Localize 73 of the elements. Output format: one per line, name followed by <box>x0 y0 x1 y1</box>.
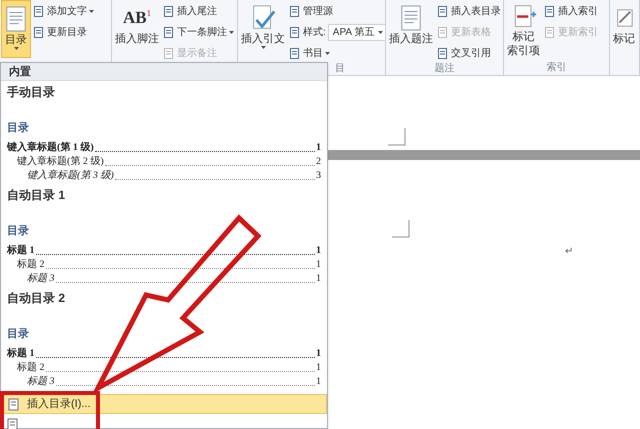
ribbon-small-button[interactable]: 下一条脚注 <box>163 24 234 40</box>
page-number: 1 <box>316 258 321 270</box>
page-number: 1 <box>316 272 321 284</box>
toc-gallery-item[interactable]: 自动目录 2 目录 标题 1 1 标题 2 1 标题 3 1 <box>1 287 327 390</box>
menu-item[interactable]: 插入目录(I)... <box>1 394 327 414</box>
page-icon <box>289 26 301 38</box>
page-number: 1 <box>316 142 321 154</box>
document-icon <box>399 4 423 32</box>
caret-icon <box>229 30 234 34</box>
caret-icon <box>260 46 266 49</box>
toc-entry-text: 标题 3 <box>27 376 54 388</box>
gallery-title: 自动目录 2 <box>7 290 66 306</box>
toc-entry-text: 键入章标题(第 2 级) <box>17 156 104 168</box>
page-number: 1 <box>316 348 321 360</box>
style-dropdown[interactable]: APA 第五 <box>328 24 385 40</box>
page-icon <box>163 26 175 38</box>
page-number: 2 <box>316 156 321 168</box>
toc-entry-text: 标题 1 <box>7 244 34 256</box>
page-number: 1 <box>316 376 321 388</box>
toc-gallery-item[interactable]: 手动目录 目录 键入章标题(第 1 级) 1 键入章标题(第 2 级) 2 键入章标题(第 3 级) 3 <box>1 81 327 184</box>
ribbon-small-button[interactable]: 插入表目录 <box>437 4 501 18</box>
group-label: 索引 <box>546 62 566 74</box>
ribbon-small-button[interactable]: 插入尾注 <box>163 4 217 18</box>
toc-entry-text: 标题 3 <box>27 272 54 284</box>
ribbon-small-button[interactable]: 更新目录 <box>33 24 87 40</box>
ribbon-large-button[interactable]: 插入题注 <box>387 0 435 58</box>
menu-section-header: 内置 <box>1 63 327 81</box>
caret-icon <box>325 52 330 54</box>
page-icon <box>33 26 45 38</box>
page-icon <box>289 4 301 18</box>
ribbon-large-button[interactable]: 标记 <box>611 0 637 58</box>
caret-icon <box>378 30 384 34</box>
ribbon-large-button[interactable]: 目录 <box>1 0 31 58</box>
caret-icon <box>89 10 94 12</box>
toc-entry-text: 标题 2 <box>17 258 44 270</box>
toc-entry-text: 键入章标题(第 1 级) <box>7 142 94 154</box>
document-icon <box>4 5 28 33</box>
toc-entry-text: 键入章标题(第 3 级) <box>27 170 114 182</box>
ribbon-large-button[interactable]: 插入引文 <box>239 0 287 58</box>
page-icon <box>544 4 556 18</box>
gallery-title: 手动目录 <box>7 84 55 100</box>
ribbon-large-button[interactable]: 标记 索引项 <box>505 0 542 58</box>
page-corner-mark-icon <box>388 128 406 146</box>
page-number: 1 <box>316 362 321 374</box>
toc-entry-text: 标题 1 <box>7 348 34 360</box>
toc-gallery-item[interactable]: 自动目录 1 目录 标题 1 1 标题 2 1 标题 3 1 <box>1 184 327 287</box>
group-label: 目 <box>335 62 345 74</box>
toc-entry-text: 标题 2 <box>17 362 44 374</box>
toc-heading: 目录 <box>7 224 29 239</box>
ribbon-small-button[interactable]: 管理源 <box>289 4 333 18</box>
page-corner-mark-icon <box>392 220 410 238</box>
toc-heading: 目录 <box>7 327 29 342</box>
group-label: 题注 <box>434 62 454 74</box>
page-number: 1 <box>316 244 321 256</box>
page-icon <box>437 4 449 18</box>
ribbon-small-button[interactable]: 书目 <box>289 46 330 60</box>
caret-icon <box>14 47 18 50</box>
page-icon <box>544 26 556 38</box>
paragraph-mark: ↵ <box>565 245 573 259</box>
page-icon <box>437 26 449 38</box>
page-number: 3 <box>316 170 321 182</box>
toc-heading: 目录 <box>7 121 29 136</box>
page-icon <box>437 46 449 60</box>
ribbon-small-button[interactable]: 插入索引 <box>544 4 598 18</box>
ribbon-small-button[interactable]: 交叉引用 <box>437 46 491 60</box>
page-icon <box>163 4 175 18</box>
gallery-title: 自动目录 1 <box>7 187 66 203</box>
page-icon <box>8 398 19 410</box>
ribbon-small-button[interactable]: 添加文字 <box>33 4 94 18</box>
page-icon <box>33 4 45 18</box>
style-label: 样式: <box>303 26 326 40</box>
page-icon <box>289 46 301 60</box>
page-icon <box>163 46 175 60</box>
